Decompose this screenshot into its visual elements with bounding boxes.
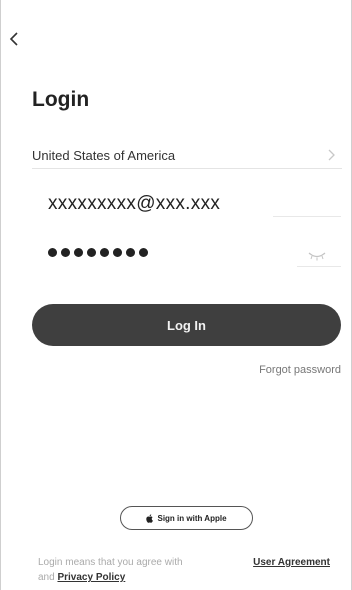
apple-button-label: Sign in with Apple <box>157 513 227 523</box>
user-agreement-link[interactable]: User Agreement <box>253 555 330 570</box>
privacy-policy-link[interactable]: Privacy Policy <box>57 572 125 583</box>
password-mask <box>48 247 148 257</box>
email-field[interactable] <box>48 193 278 215</box>
chevron-left-icon <box>9 32 18 46</box>
terms-prefix-text: Login means that you agree with <box>38 557 183 568</box>
password-field[interactable] <box>48 236 342 268</box>
email-underline <box>273 216 341 217</box>
password-mask-dot <box>139 247 148 257</box>
forgot-password-link[interactable]: Forgot password <box>259 364 341 376</box>
terms-notice: Login means that you agree with User Agr… <box>38 555 338 585</box>
back-button[interactable] <box>9 24 39 54</box>
apple-logo-icon <box>146 513 154 523</box>
password-mask-dot <box>126 247 135 257</box>
password-mask-dot <box>113 247 122 257</box>
country-selector[interactable]: United States of America <box>32 142 342 169</box>
login-screen: Login United States of America Log In Fo… <box>0 0 352 590</box>
password-mask-dot <box>74 247 83 257</box>
terms-and-text: and <box>38 572 55 583</box>
page-title: Login <box>32 88 90 111</box>
country-label: United States of America <box>32 147 176 163</box>
sign-in-with-apple-button[interactable]: Sign in with Apple <box>120 506 253 530</box>
password-mask-dot <box>100 247 109 257</box>
chevron-right-icon <box>328 149 335 161</box>
password-mask-dot <box>48 247 57 257</box>
login-button[interactable]: Log In <box>32 304 341 346</box>
password-underline <box>297 266 341 267</box>
password-mask-dot <box>87 247 96 257</box>
password-mask-dot <box>61 247 70 257</box>
eye-closed-icon[interactable] <box>307 250 327 262</box>
